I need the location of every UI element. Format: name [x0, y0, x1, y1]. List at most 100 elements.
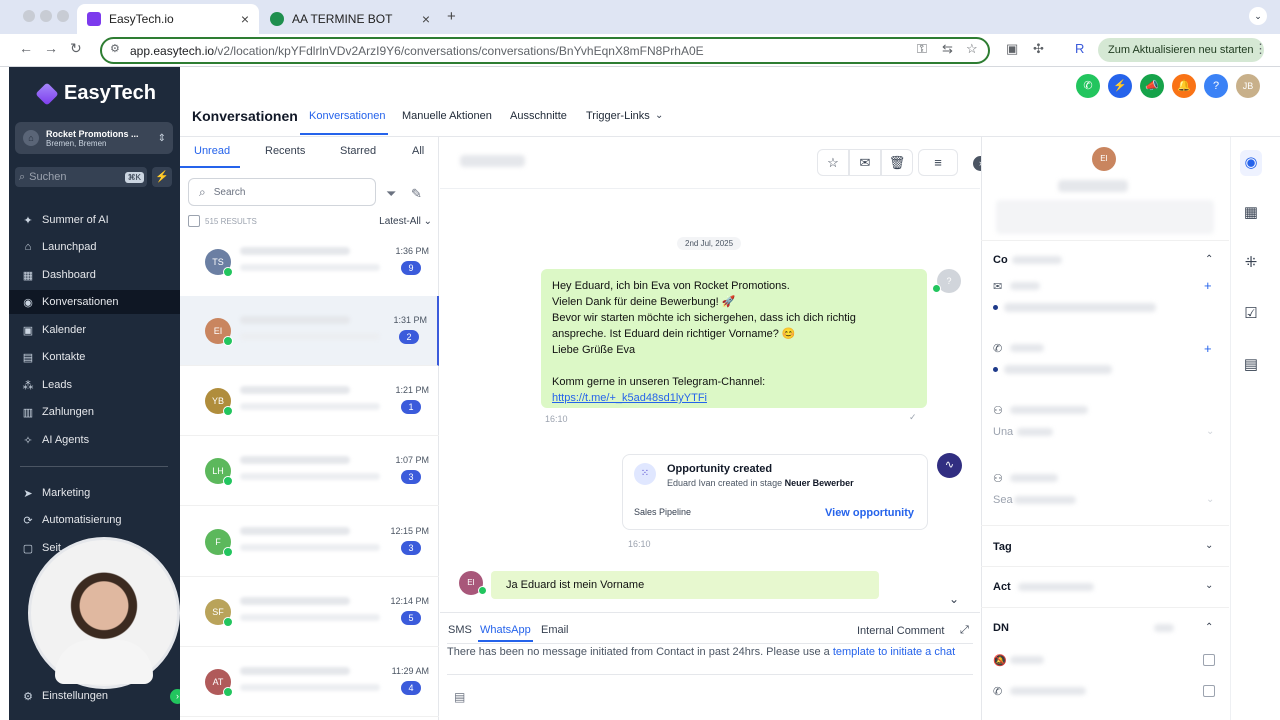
tab-close-icon[interactable]: × [422, 11, 430, 27]
browser-tab-termine-bot[interactable]: AA TERMINE BOT × [260, 4, 440, 34]
site-info-icon[interactable]: ⚙ [110, 42, 120, 55]
expand-chevron-icon[interactable]: ⌄ [1205, 540, 1213, 551]
mark-read-icon[interactable]: ✉ [849, 149, 881, 176]
compose-icon[interactable]: ✎ [411, 186, 422, 202]
add-phone-icon[interactable]: + [1204, 341, 1212, 356]
filter-tab-all[interactable]: All [412, 145, 424, 157]
template-link[interactable]: template to initiate a chat [833, 646, 955, 658]
conversation-row[interactable]: EI 1:31 PM 2 [180, 296, 439, 366]
calendar-icon[interactable]: ▦ [1240, 203, 1262, 221]
select-all-checkbox[interactable] [188, 215, 200, 227]
integrations-icon[interactable]: ⁜ [1240, 253, 1262, 271]
sidebar-search-input[interactable]: ⌕ Suchen ⌘K [15, 167, 147, 187]
section-actions[interactable]: Act [993, 581, 1011, 593]
contact-name [240, 456, 350, 464]
sidebar-item-kontakte[interactable]: ▤ Kontakte [9, 345, 180, 369]
view-opportunity-link[interactable]: View opportunity [825, 507, 914, 519]
conversation-row[interactable]: AT 11:29 AM 4 [180, 647, 439, 717]
back-button[interactable]: ← [19, 40, 33, 56]
composer-tab-sms[interactable]: SMS [448, 624, 472, 636]
sidebar-item-ai-agents[interactable]: ✧ AI Agents [9, 428, 180, 452]
filter-tab-recents[interactable]: Recents [265, 145, 305, 157]
section-tags[interactable]: Tag [993, 541, 1012, 553]
puzzle-icon[interactable]: ✣ [1033, 41, 1044, 57]
expand-chevron-icon[interactable]: ⌄ [1205, 580, 1213, 591]
password-key-icon[interactable]: ⚿ [917, 41, 927, 57]
telegram-link[interactable]: https://t.me/+_k5ad48sd1lyYTFi [552, 390, 916, 406]
tasks-check-icon[interactable]: ☑ [1240, 304, 1262, 322]
expand-composer-icon[interactable]: ⤢ [960, 624, 969, 637]
forward-button[interactable]: → [44, 40, 58, 56]
sidebar-item-marketing[interactable]: ➤ Marketing [9, 481, 180, 505]
sidebar-item-leads[interactable]: ⁂ Leads [9, 373, 180, 397]
conversation-row[interactable]: LH 1:07 PM 3 [180, 436, 439, 506]
browser-tab-easytech[interactable]: EasyTech.io × [77, 4, 259, 34]
tab-manuelle-aktionen[interactable]: Manuelle Aktionen [402, 110, 492, 122]
user-avatar[interactable]: JB [1236, 74, 1260, 98]
template-icon[interactable]: ▤ [454, 690, 465, 704]
filter-lines-icon[interactable]: ≡ [918, 149, 958, 176]
conversation-row[interactable]: F 12:15 PM 3 [180, 507, 439, 577]
sidebar-item-kalender[interactable]: ▣ Kalender [9, 318, 180, 342]
conversation-search-input[interactable]: ⌕ Search [188, 178, 376, 206]
sidebar-item-launchpad[interactable]: ⌂ Launchpad [9, 235, 180, 259]
dropdown-chevron-icon[interactable]: ⌄ [1206, 494, 1214, 505]
tab-konversationen[interactable]: Konversationen [309, 110, 385, 122]
search-followers[interactable]: Sea [993, 494, 1013, 506]
conversation-row[interactable]: TS 1:36 PM 9 [180, 227, 439, 297]
sidebar-item-konversationen[interactable]: ◉ Konversationen [9, 290, 180, 314]
tab-search-chevron-icon[interactable]: ⌄ [1249, 7, 1267, 25]
window-close-dot[interactable] [23, 10, 35, 22]
quick-actions-icon[interactable]: ⚡ [1108, 74, 1132, 98]
sidebar-item-dashboard[interactable]: ▦ Dashboard [9, 263, 180, 287]
window-minimize-dot[interactable] [40, 10, 52, 22]
sidebar-item-automatisierung[interactable]: ⟳ Automatisierung [9, 508, 180, 532]
notes-document-icon[interactable]: ▤ [1240, 355, 1262, 373]
dnd-calls-checkbox[interactable] [1203, 685, 1215, 697]
filter-tab-starred[interactable]: Starred [340, 145, 376, 157]
star-icon[interactable]: ☆ [817, 149, 849, 176]
profile-extension-icon[interactable]: R [1075, 41, 1084, 56]
section-contact-header[interactable]: Co [993, 254, 1008, 266]
bookmark-star-icon[interactable]: ☆ [966, 41, 978, 57]
phone-call-icon[interactable]: ✆ [1076, 74, 1100, 98]
tab-trigger-links[interactable]: Trigger-Links [586, 110, 650, 122]
tab-close-icon[interactable]: × [241, 11, 249, 27]
reload-button[interactable]: ↻ [70, 40, 82, 57]
help-icon[interactable]: ? [1204, 74, 1228, 98]
update-restart-button[interactable]: Zum Aktualisieren neu starten [1098, 38, 1264, 62]
assigned-value[interactable]: Una [993, 426, 1013, 438]
sort-dropdown[interactable]: Latest-All ⌄ [379, 216, 432, 227]
window-zoom-dot[interactable] [57, 10, 69, 22]
conversation-row[interactable]: YB 1:21 PM 1 [180, 366, 439, 436]
trigger-links-chevron-icon[interactable]: ⌄ [655, 110, 663, 121]
filter-tab-unread[interactable]: Unread [194, 145, 230, 157]
collapse-chevron-icon[interactable]: ⌃ [1205, 622, 1213, 633]
notifications-bell-icon[interactable]: 🔔 [1172, 74, 1196, 98]
conversation-row[interactable]: SF 12:14 PM 5 [180, 577, 439, 647]
dnd-all-checkbox[interactable] [1203, 654, 1215, 666]
composer-tab-whatsapp[interactable]: WhatsApp [480, 624, 531, 636]
section-dnd[interactable]: DN [993, 622, 1009, 634]
tab-ausschnitte[interactable]: Ausschnitte [510, 110, 567, 122]
filter-funnel-icon[interactable]: ⏷ [386, 186, 396, 202]
translate-icon[interactable]: ⇆ [942, 41, 953, 57]
delete-icon[interactable]: 🗑 [881, 149, 913, 176]
scroll-to-bottom-icon[interactable]: ⌄ [949, 592, 959, 606]
collapse-chevron-icon[interactable]: ⌃ [1205, 254, 1213, 265]
dropdown-chevron-icon[interactable]: ⌄ [1206, 426, 1214, 437]
address-bar[interactable]: app.easytech.io/v2/location/kpYFdlrlnVDv… [100, 37, 990, 64]
quick-action-bolt-icon[interactable]: ⚡ [152, 167, 172, 187]
contact-profile-icon[interactable]: ◉ [1240, 150, 1262, 176]
brand-logo[interactable]: EasyTech [35, 81, 156, 106]
sidebar-item-summer-of-ai[interactable]: ✦ Summer of AI [9, 208, 180, 232]
sidebar-item-zahlungen[interactable]: ▥ Zahlungen [9, 400, 180, 424]
browser-menu-icon[interactable]: ⋮ [1254, 41, 1267, 57]
announcement-icon[interactable]: 📣 [1140, 74, 1164, 98]
extension-icon[interactable]: ▣ [1006, 41, 1018, 57]
new-tab-button[interactable]: + [447, 8, 456, 25]
composer-tab-email[interactable]: Email [541, 624, 569, 636]
location-switcher[interactable]: ⌂ Rocket Promotions ... Bremen, Bremen ⇕ [15, 122, 173, 154]
add-email-icon[interactable]: + [1204, 278, 1212, 293]
internal-comment-tab[interactable]: Internal Comment [857, 625, 944, 637]
